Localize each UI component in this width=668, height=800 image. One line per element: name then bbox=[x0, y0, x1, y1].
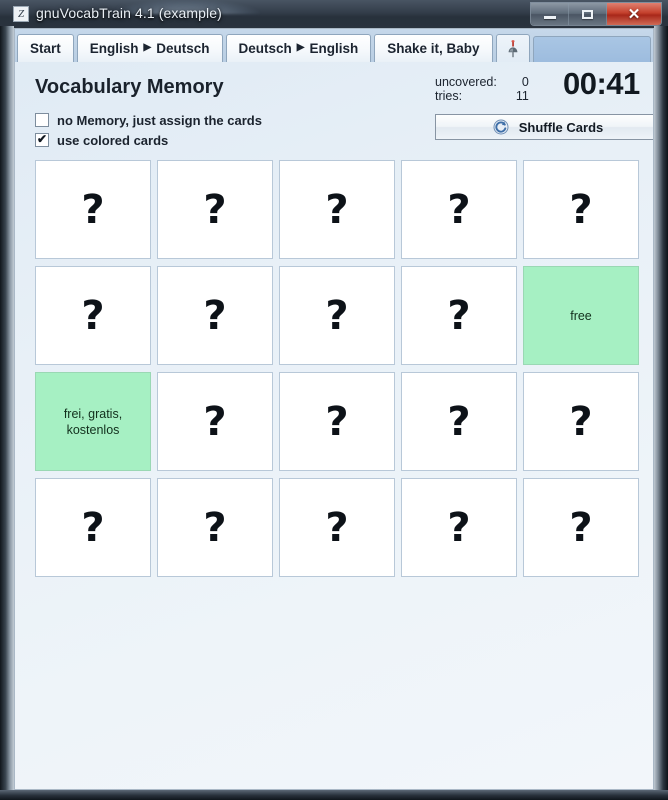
maximize-icon bbox=[582, 9, 593, 19]
memory-card-hidden[interactable]: ? bbox=[401, 372, 517, 471]
statistics: uncovered: 0 tries: 11 bbox=[435, 75, 529, 103]
memory-card-hidden[interactable]: ? bbox=[35, 160, 151, 259]
arrow-right-icon: ▶ bbox=[143, 41, 152, 53]
timer-display: 00:41 bbox=[563, 66, 640, 101]
arrow-right-icon: ▶ bbox=[296, 41, 305, 53]
tab-bar: Start English ▶ Deutsch Deutsch ▶ Englis… bbox=[15, 29, 653, 62]
checkbox-colored-cards-tick: ✔ bbox=[36, 132, 48, 146]
memory-card-hidden[interactable]: ? bbox=[523, 478, 639, 577]
page-title: Vocabulary Memory bbox=[35, 76, 224, 98]
memory-card-revealed[interactable]: frei, gratis, kostenlos bbox=[35, 372, 151, 471]
memory-card-hidden[interactable]: ? bbox=[35, 266, 151, 365]
tab-bar-filler bbox=[532, 36, 651, 62]
memory-card-hidden[interactable]: ? bbox=[279, 266, 395, 365]
tab-shake-it-baby-label: Shake it, Baby bbox=[387, 41, 480, 56]
memory-card-hidden[interactable]: ? bbox=[279, 478, 395, 577]
checkbox-colored-cards-label: use colored cards bbox=[57, 132, 169, 148]
memory-card-hidden[interactable]: ? bbox=[523, 372, 639, 471]
memory-card-hidden[interactable]: ? bbox=[401, 266, 517, 365]
pushpin-icon bbox=[508, 39, 517, 57]
title-bar[interactable]: Z gnuVocabTrain 4.1 (example) ✕ bbox=[0, 0, 668, 28]
tab-deutsch-english-target: English bbox=[309, 41, 359, 56]
maximize-button[interactable] bbox=[569, 3, 607, 25]
memory-card-hidden[interactable]: ? bbox=[279, 160, 395, 259]
memory-card-hidden[interactable]: ? bbox=[157, 160, 273, 259]
stat-row-uncovered: uncovered: 0 bbox=[435, 75, 529, 89]
tab-shake-it-baby[interactable]: Shake it, Baby bbox=[374, 34, 493, 62]
checkbox-colored-cards[interactable]: ✔ bbox=[35, 133, 49, 147]
tab-english-deutsch-target: Deutsch bbox=[156, 41, 210, 56]
tab-start-label: Start bbox=[30, 41, 61, 56]
tab-deutsch-english[interactable]: Deutsch ▶ English bbox=[225, 34, 372, 62]
memory-card-grid: ????????? free frei, gratis, kostenlos????… bbox=[35, 160, 639, 577]
uncovered-value: 0 bbox=[521, 75, 529, 89]
memory-card-hidden[interactable]: ? bbox=[157, 266, 273, 365]
shuffle-cards-button[interactable]: Shuffle Cards bbox=[435, 114, 653, 140]
memory-card-hidden[interactable]: ? bbox=[401, 160, 517, 259]
memory-card-revealed[interactable]: free bbox=[523, 266, 639, 365]
stat-row-tries: tries: 11 bbox=[435, 89, 529, 103]
checkbox-row-no-memory[interactable]: no Memory, just assign the cards bbox=[35, 112, 262, 128]
client-area: Start English ▶ Deutsch Deutsch ▶ Englis… bbox=[14, 28, 654, 790]
close-button[interactable]: ✕ bbox=[607, 3, 661, 25]
window-controls: ✕ bbox=[530, 2, 662, 26]
memory-card-hidden[interactable]: ? bbox=[401, 478, 517, 577]
window-frame-right bbox=[654, 26, 668, 800]
refresh-icon bbox=[493, 119, 509, 135]
app-icon: Z bbox=[13, 6, 29, 22]
memory-card-hidden[interactable]: ? bbox=[157, 478, 273, 577]
memory-card-hidden[interactable]: ? bbox=[523, 160, 639, 259]
tab-deutsch-english-source: Deutsch bbox=[238, 41, 292, 56]
window-frame-left bbox=[0, 26, 14, 800]
window-title: gnuVocabTrain 4.1 (example) bbox=[36, 5, 222, 21]
memory-card-hidden[interactable]: ? bbox=[35, 478, 151, 577]
memory-panel: Vocabulary Memory no Memory, just assign… bbox=[15, 62, 653, 789]
tab-start[interactable]: Start bbox=[17, 34, 74, 62]
tab-pin[interactable] bbox=[495, 34, 530, 62]
close-icon: ✕ bbox=[627, 5, 641, 23]
tries-value: 11 bbox=[515, 89, 529, 103]
tab-english-deutsch-source: English bbox=[89, 41, 139, 56]
tries-label: tries: bbox=[435, 89, 463, 103]
checkbox-no-memory[interactable] bbox=[35, 113, 49, 127]
minimize-button[interactable] bbox=[531, 3, 569, 25]
memory-card-hidden[interactable]: ? bbox=[157, 372, 273, 471]
checkbox-no-memory-label: no Memory, just assign the cards bbox=[57, 112, 262, 128]
uncovered-label: uncovered: bbox=[435, 75, 497, 89]
application-window: Z gnuVocabTrain 4.1 (example) ✕ Start En… bbox=[0, 0, 668, 800]
minimize-icon bbox=[543, 16, 556, 19]
tab-english-deutsch[interactable]: English ▶ Deutsch bbox=[76, 34, 223, 62]
window-frame-bottom bbox=[0, 790, 668, 800]
checkbox-row-colored-cards[interactable]: ✔ use colored cards bbox=[35, 132, 262, 148]
shuffle-cards-label: Shuffle Cards bbox=[518, 119, 604, 135]
memory-card-hidden[interactable]: ? bbox=[279, 372, 395, 471]
options-group: no Memory, just assign the cards ✔ use c… bbox=[35, 112, 262, 152]
